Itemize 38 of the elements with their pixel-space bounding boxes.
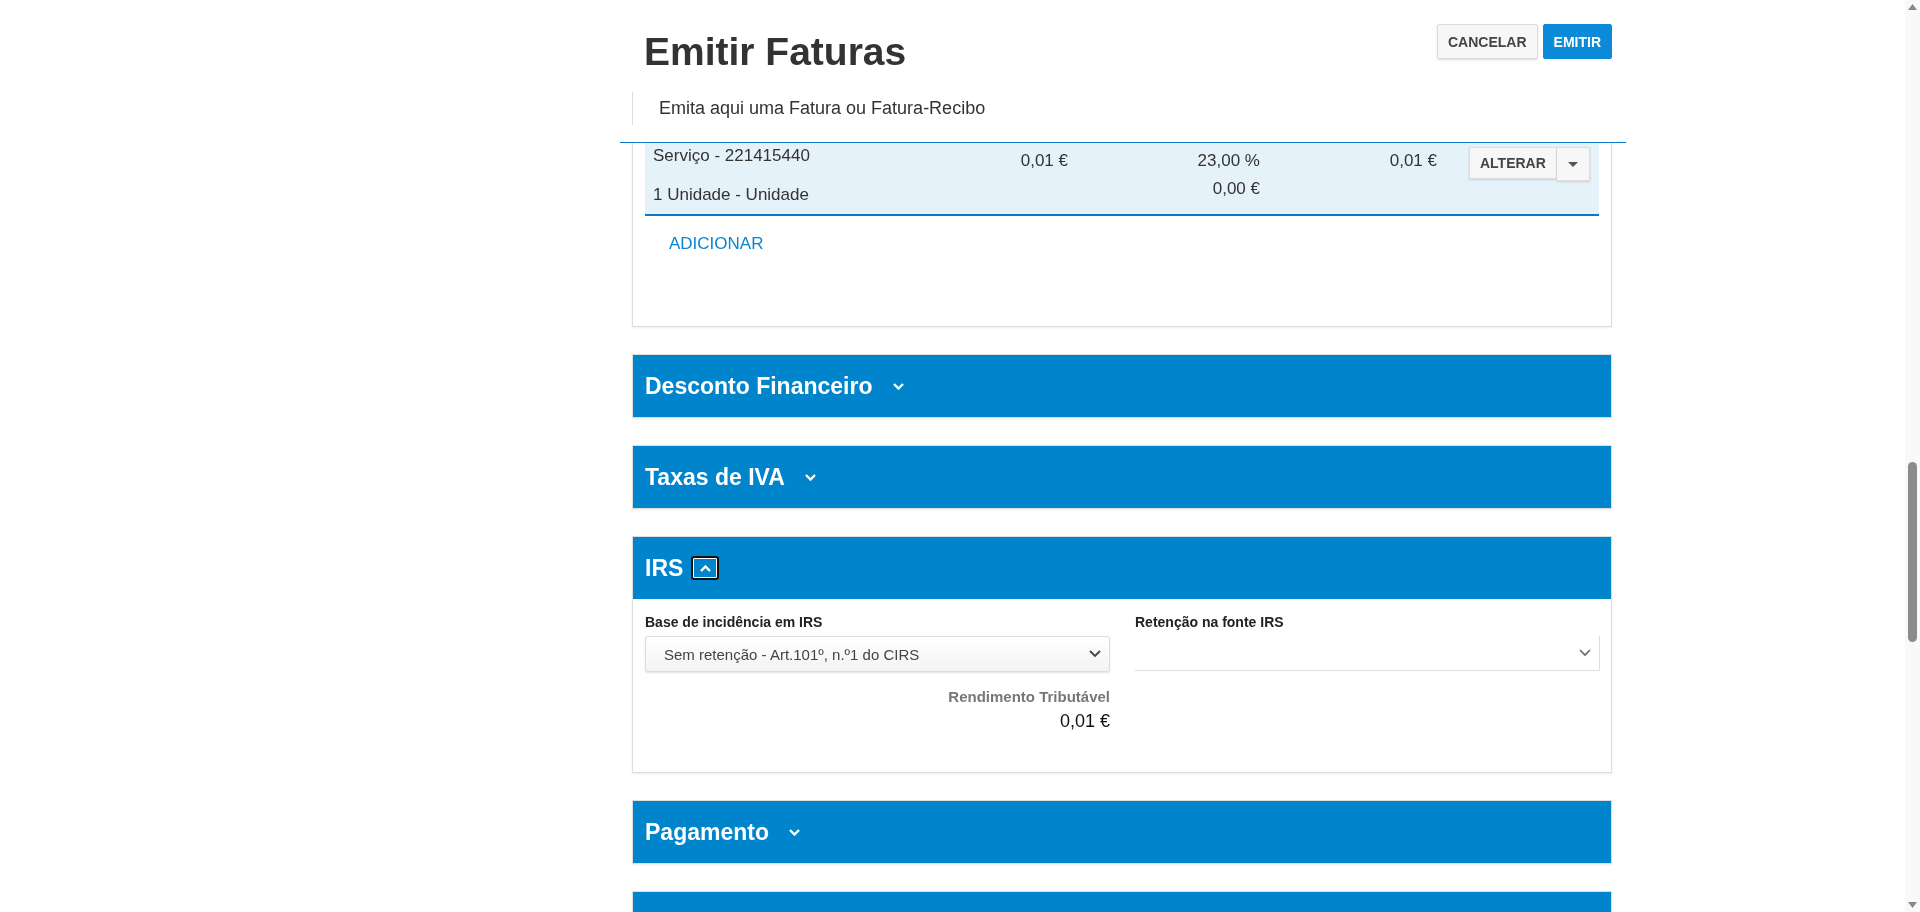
chevron-down-icon [789,828,801,836]
chevron-up-icon [699,564,711,572]
section-header[interactable]: Taxas de IVA [633,446,1611,508]
chevron-down-icon [893,382,904,390]
chevron-down-icon [1089,650,1101,658]
dropdown-toggle[interactable] [1556,147,1590,181]
section-title: Desconto Financeiro [645,372,873,400]
cancel-button[interactable]: CANCELAR [1437,24,1538,59]
caret-icon [1567,161,1578,167]
section-header[interactable]: Desconto Financeiro [633,355,1611,417]
line-price: 0,01 € [1020,151,1068,170]
line-tax-amount: 0,00 € [1212,178,1260,200]
line-tax-rate: 23,00 % [1197,150,1260,172]
chevron-down-icon [805,473,817,481]
taxable-income-label: Rendimento Tributável [948,688,1110,705]
alter-button[interactable]: ALTERAR [1469,147,1557,179]
chevron-down-icon [1579,649,1591,657]
collapse-toggle[interactable] [691,556,720,580]
invoice-line-row[interactable]: Serviço - 221415440 1 Unidade - Unidade 0,01 € 23,00 % 0,00 € 0,01 € ALTERAR [645,143,1599,216]
scrollbar-thumb[interactable] [1908,462,1917,642]
section-title: IRS [645,554,684,582]
page-subtitle: Emita aqui uma Fatura ou Fatura-Recibo [659,98,986,118]
line-description: Serviço - 221415440 [653,145,811,167]
emit-button[interactable]: EMITIR [1542,24,1612,59]
base-select[interactable]: Sem retenção - Art.101º, n.º1 do CIRS [645,636,1110,672]
field-label: Retenção na fonte IRS [1135,614,1285,630]
add-link[interactable]: ADICIONAR [669,234,764,254]
field-label: Base de incidência em IRS [645,614,824,630]
page-title: Emitir Faturas [643,29,907,75]
section-title: Taxas de IVA [645,463,785,491]
section-header[interactable]: Pagamento [633,801,1611,863]
section-title: Pagamento [645,818,769,846]
scroll-down-icon[interactable] [1908,902,1917,908]
taxable-income-value: 0,01 € [1059,711,1110,732]
line-quantity: 1 Unidade - Unidade [653,184,810,206]
scroll-up-icon[interactable] [1908,4,1917,10]
section-header[interactable]: IRS [633,537,1611,599]
line-total: 0,01 € [1389,151,1437,170]
